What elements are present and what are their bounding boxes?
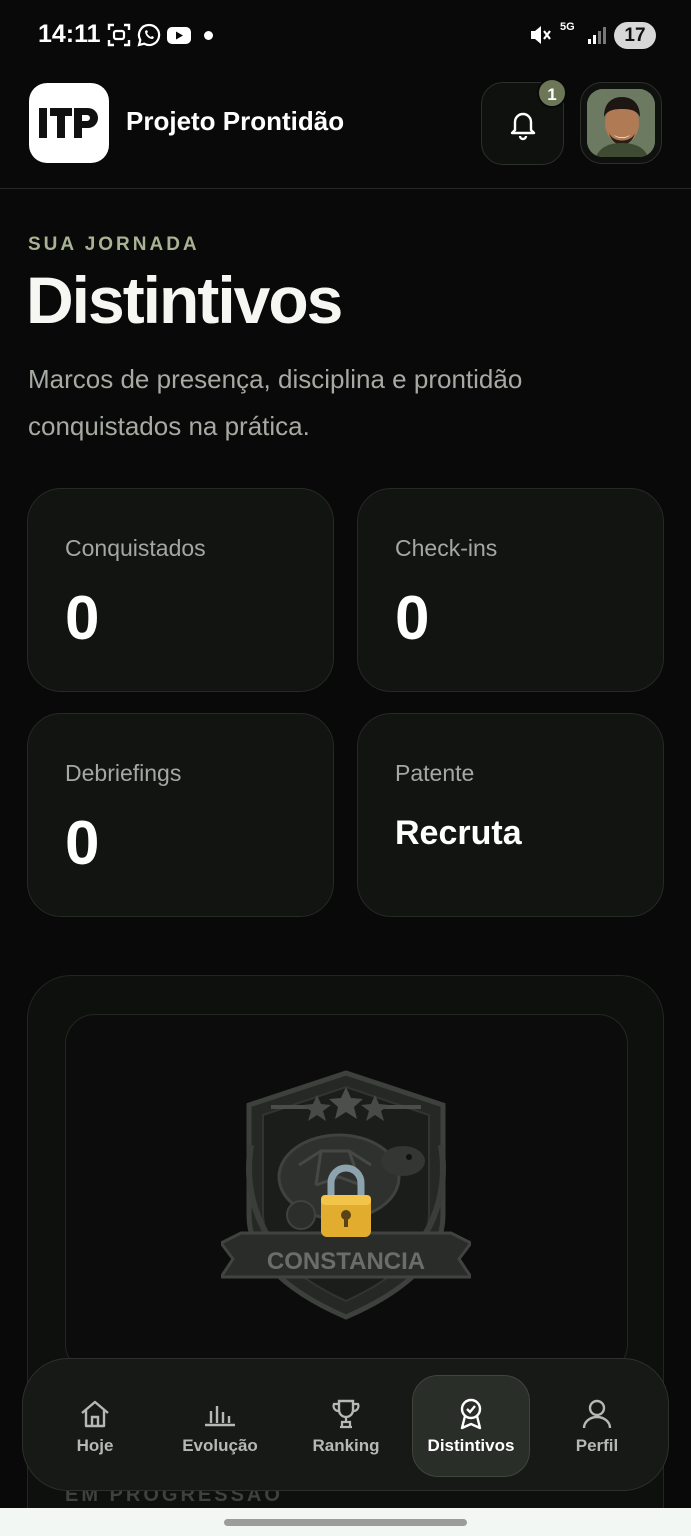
nav-label: Perfil — [575, 1436, 619, 1455]
nav-item-distintivos[interactable]: Distintivos — [412, 1375, 530, 1477]
stat-card-debriefings: Debriefings 0 — [27, 713, 334, 917]
stat-card-check-ins: Check-ins 0 — [357, 488, 664, 692]
home-gesture-bar[interactable] — [224, 1519, 467, 1526]
badge-icon — [460, 1398, 482, 1430]
trophy-icon — [332, 1399, 360, 1429]
status-time: 14:11 — [38, 20, 101, 48]
user-icon — [582, 1399, 612, 1429]
nav-label: Distintivos — [427, 1436, 515, 1455]
stat-label: Patente — [395, 760, 475, 786]
nav-label: Ranking — [312, 1436, 380, 1455]
badge-name-text: CONSTANCIA — [267, 1248, 425, 1275]
nav-item-hoje[interactable]: Hoje — [36, 1375, 154, 1477]
stat-label: Debriefings — [65, 760, 182, 786]
stat-label: Conquistados — [65, 535, 206, 561]
mute-icon — [531, 26, 551, 44]
bottom-navigation: Hoje Evolução Ranking Distintivos Perfil — [22, 1358, 669, 1491]
nav-label: Evolução — [182, 1436, 258, 1455]
bell-icon — [510, 112, 535, 140]
whatsapp-icon — [137, 23, 161, 47]
nav-item-perfil[interactable]: Perfil — [538, 1375, 656, 1477]
stat-value: 0 — [65, 809, 100, 878]
section-eyebrow: SUA JORNADA — [28, 234, 200, 255]
screenshot-icon — [107, 23, 131, 47]
avatar — [587, 89, 655, 157]
youtube-icon — [167, 27, 191, 44]
nav-label: Hoje — [76, 1436, 114, 1455]
page-subtitle: Marcos de presença, disciplina e prontid… — [28, 364, 523, 441]
nav-item-evolucao[interactable]: Evolução — [161, 1375, 279, 1477]
battery-indicator: 17 — [614, 22, 656, 49]
network-5g-label: 5G — [560, 21, 575, 33]
stat-card-conquistados: Conquistados 0 — [27, 488, 334, 692]
nav-item-ranking[interactable]: Ranking — [287, 1375, 405, 1477]
avatar-photo — [587, 89, 655, 157]
itp-logo-icon — [39, 108, 98, 138]
badge-image-frame: CONSTANCIA — [65, 1014, 628, 1374]
system-gesture-area — [0, 1508, 691, 1536]
signal-icon — [588, 27, 606, 44]
app-logo[interactable] — [29, 83, 109, 163]
stat-card-patente: Patente Recruta — [357, 713, 664, 917]
profile-avatar-button[interactable] — [580, 82, 662, 164]
stat-value: 0 — [395, 584, 430, 653]
stat-label: Check-ins — [395, 535, 498, 561]
home-icon — [81, 1400, 109, 1428]
page-title: Distintivos — [26, 263, 343, 337]
chart-icon — [205, 1406, 235, 1427]
stat-value: 0 — [65, 584, 100, 653]
notification-count-badge: 1 — [537, 78, 567, 108]
notification-dot — [204, 31, 213, 40]
constancia-badge-emblem: CONSTANCIA — [221, 1070, 471, 1320]
status-bar: 14:11 5G 17 — [0, 0, 691, 70]
stat-value-rank: Recruta — [395, 814, 522, 852]
app-title: Projeto Prontidão — [126, 106, 345, 136]
app-header: Projeto Prontidão 1 — [0, 70, 691, 189]
